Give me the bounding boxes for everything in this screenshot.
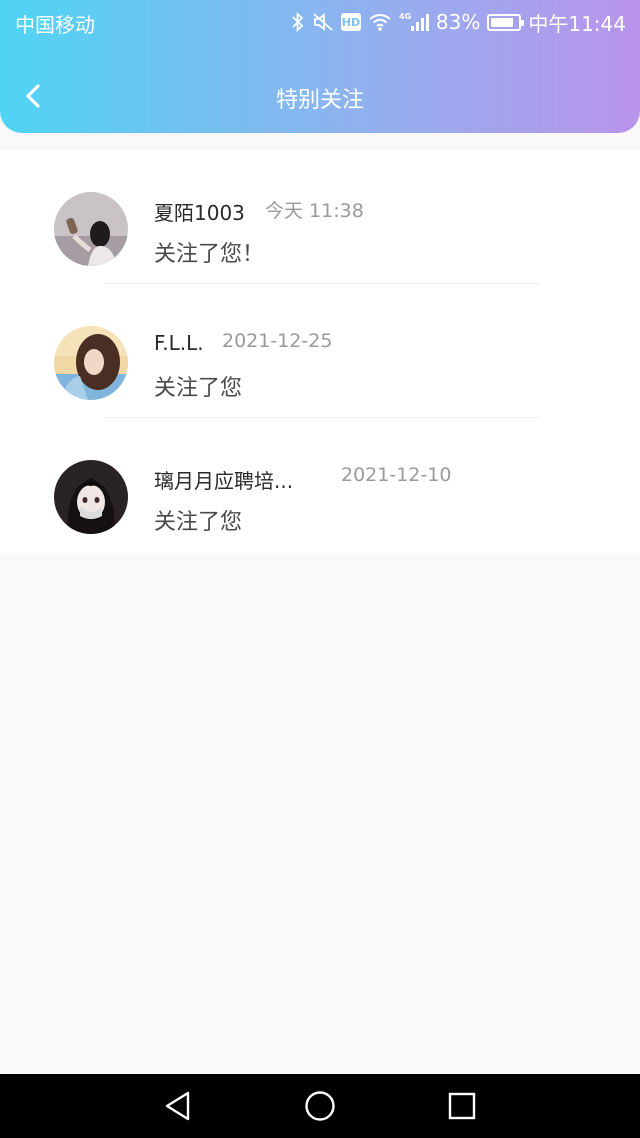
follow-message: 关注了您 — [154, 510, 243, 535]
home-circle-icon[interactable] — [304, 1090, 336, 1122]
list-item[interactable]: 夏陌1003 今天 11:38 关注了您！ — [0, 150, 640, 284]
battery-percent: 83% — [435, 10, 481, 34]
status-icons: HD 4G 83% 中午11:44 — [291, 8, 626, 36]
recents-square-icon[interactable] — [446, 1090, 478, 1122]
status-bar: 中国移动 HD 4G 83% 中午11:44 — [0, 0, 640, 44]
follower-name[interactable]: 夏陌1003 — [154, 197, 245, 226]
bluetooth-icon — [291, 12, 305, 32]
follow-time: 今天 11:38 — [265, 200, 364, 222]
follow-list: 夏陌1003 今天 11:38 关注了您！ F.L.L. 2021-12-25 … — [0, 150, 640, 553]
list-item[interactable]: F.L.L. 2021-12-25 关注了您 — [0, 284, 640, 418]
page-title: 特别关注 — [275, 88, 364, 113]
status-time: 中午11:44 — [528, 11, 626, 36]
follower-name[interactable]: F.L.L. — [154, 331, 204, 355]
carrier-name: 中国移动 — [15, 13, 95, 37]
follow-message: 关注了您！ — [154, 242, 265, 267]
list-item[interactable]: 璃月月应聘培... 2021-12-10 关注了您 — [0, 418, 640, 553]
back-triangle-icon[interactable] — [162, 1090, 194, 1122]
signal-4g-icon: 4G — [399, 11, 429, 33]
follow-time: 2021-12-10 — [341, 464, 452, 486]
hd-icon: HD — [340, 13, 361, 31]
follow-time: 2021-12-25 — [222, 330, 333, 352]
wifi-icon — [368, 12, 392, 32]
avatar[interactable] — [54, 326, 128, 400]
system-nav-bar — [0, 1074, 640, 1138]
avatar[interactable] — [54, 460, 128, 534]
battery-level-fill — [491, 17, 513, 27]
svg-text:4G: 4G — [399, 12, 411, 21]
follow-message: 关注了您 — [154, 376, 243, 401]
battery-icon — [487, 13, 525, 31]
header-bar: 中国移动 HD 4G 83% 中午11:44 特别关注 — [0, 0, 640, 133]
mute-icon — [312, 12, 334, 32]
follower-name[interactable]: 璃月月应聘培... — [154, 465, 293, 494]
avatar[interactable] — [54, 192, 128, 266]
